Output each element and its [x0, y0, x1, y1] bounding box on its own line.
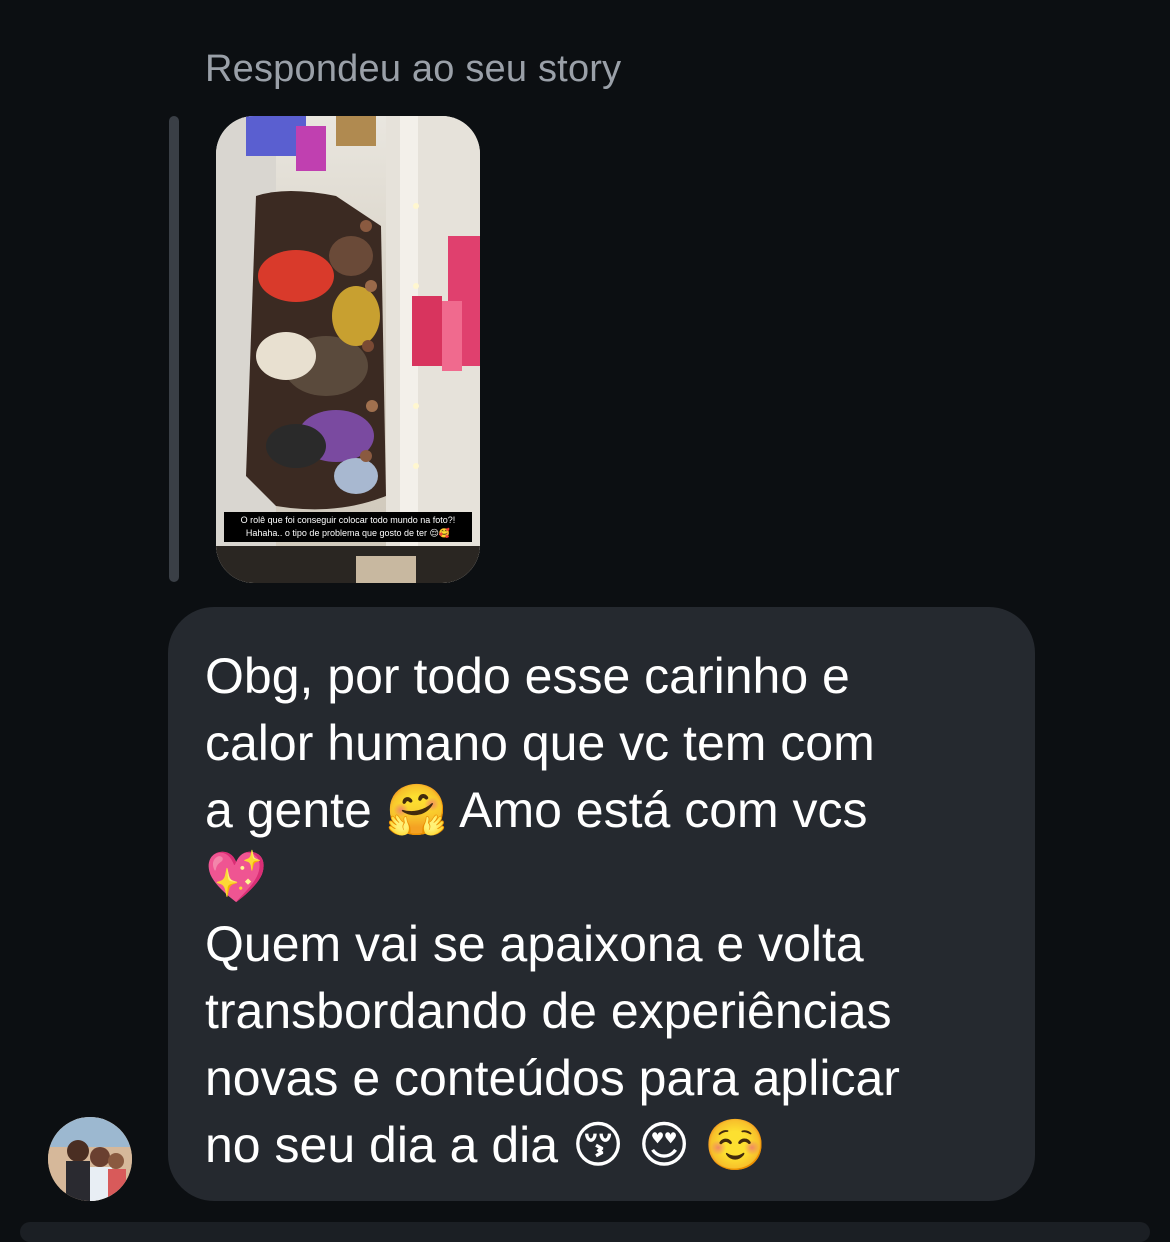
next-message-edge [20, 1222, 1150, 1242]
profile-avatar-icon [48, 1117, 132, 1201]
sender-avatar[interactable] [48, 1117, 132, 1201]
message-bubble[interactable]: Obg, por todo esse carinho e calor human… [168, 607, 1035, 1201]
message-text: Obg, por todo esse carinho e calor human… [205, 648, 900, 1173]
story-thumbnail[interactable]: O rolê que foi conseguir colocar todo mu… [216, 116, 480, 583]
story-caption: O rolê que foi conseguir colocar todo mu… [224, 512, 472, 542]
reply-indicator-bar [169, 116, 179, 582]
reply-caption: Respondeu ao seu story [205, 48, 622, 90]
